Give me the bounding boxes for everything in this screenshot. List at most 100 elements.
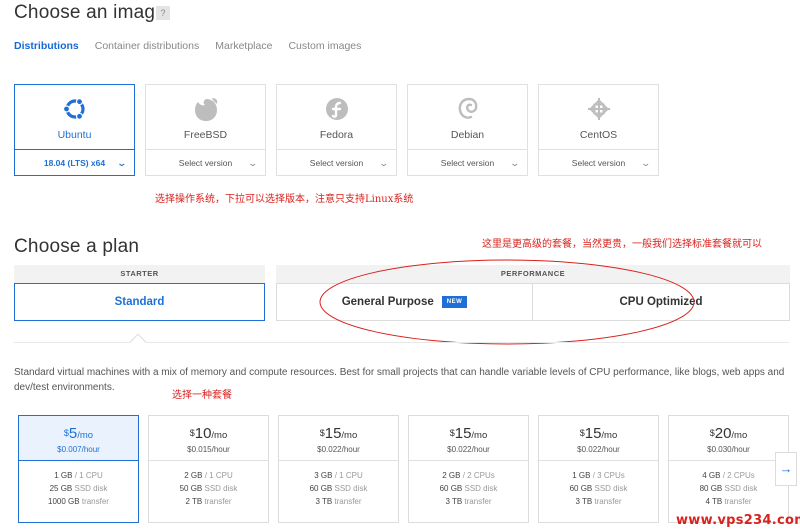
tab-marketplace[interactable]: Marketplace [215,40,272,52]
spec-transfer: 1000 GB [48,497,80,506]
spec-transfer-row: 3 TB transfer [279,495,398,508]
distro-name: Debian [450,129,485,141]
version-label: Select version [178,158,233,168]
monthly-price: $15/mo [409,426,528,443]
hourly-price: $0.015/hour [187,445,230,454]
version-select-ubuntu[interactable]: 18.04 (LTS) x64 ⌄ [15,149,134,176]
version-label: Select version [440,158,495,168]
spec-disk-unit: SSD disk [74,484,108,493]
spec-disk-unit: SSD disk [204,484,238,493]
spec-disk-row: 50 GB SSD disk [149,482,268,495]
version-select-freebsd[interactable]: Select version ⌄ [146,149,265,176]
plan-annotation: 这里是更高级的套餐，当然更贵，一般我们选择标准套餐就可以 [482,239,762,250]
version-label: Select version [571,158,626,168]
spec-memory: 1 GB [572,471,591,480]
image-section-title: Choose an image [14,2,166,23]
spec-disk: 60 GB [439,484,463,493]
spec-transfer-row: 4 TB transfer [669,495,788,508]
price-card[interactable]: $15/mo $0.022/hour 1 GB / 3 CPUs 60 GB SSD … [538,415,659,523]
chevron-down-icon: ⌄ [247,158,259,168]
price-header: $15/mo $0.022/hour [279,416,398,460]
plan-section-title: Choose a plan [14,236,140,257]
monthly-price: $20/mo [669,426,788,443]
tab-custom-images[interactable]: Custom images [288,40,361,52]
spec-transfer-unit: transfer [724,497,752,506]
distro-card-ubuntu[interactable]: Ubuntu 18.04 (LTS) x64 ⌄ [14,84,135,176]
watermark: www.vps234.com [676,513,800,528]
spec-disk-unit: SSD disk [334,484,368,493]
spec-disk-row: 60 GB SSD disk [539,482,658,495]
chevron-down-icon: ⌄ [640,158,652,168]
price-card[interactable]: $20/mo $0.030/hour 4 GB / 2 CPUs 80 GB SSD … [668,415,789,523]
spec-transfer: 3 TB [315,497,333,506]
tab-container-distributions[interactable]: Container distributions [95,40,199,52]
distro-card-fedora[interactable]: Fedora Select version ⌄ [276,84,397,176]
spec-memory-cpu: 1 GB / 3 CPUs [539,469,658,482]
spec-memory: 4 GB [702,471,721,480]
hourly-price: $0.022/hour [447,445,490,454]
spec-cpu: / 2 CPUs [722,471,755,480]
spec-disk: 25 GB [49,484,73,493]
version-select-fedora[interactable]: Select version ⌄ [277,149,396,176]
price-period: /mo [211,430,228,441]
spec-memory: 2 GB [442,471,461,480]
price-period: /mo [731,430,748,441]
price-period: /mo [601,430,618,441]
ubuntu-icon [15,95,134,123]
price-card[interactable]: $5/mo $0.007/hour 1 GB / 1 CPU 25 GB SSD di… [18,415,139,523]
hourly-price: $0.022/hour [317,445,360,454]
price-card[interactable]: $10/mo $0.015/hour 2 GB / 1 CPU 50 GB SSD d… [148,415,269,523]
freebsd-icon [146,95,265,123]
hourly-price: $0.030/hour [707,445,750,454]
spec-transfer: 2 TB [185,497,203,506]
spec-disk: 50 GB [179,484,203,493]
pick-plan-annotation: 选择一种套餐 [172,390,232,401]
distro-name: FreeBSD [183,129,228,141]
price-amount: 15 [324,425,342,442]
plan-description: Standard virtual machines with a mix of … [14,367,785,393]
annotation-ellipse [319,259,695,345]
spec-transfer: 3 TB [575,497,593,506]
distro-card-centos[interactable]: CentOS Select version ⌄ [538,84,659,176]
spec-cpu: / 1 CPU [334,471,363,480]
spec-cpu: / 1 CPU [74,471,103,480]
price-amount: 10 [194,425,212,442]
price-period: /mo [471,430,488,441]
spec-memory: 2 GB [184,471,203,480]
distro-card-debian[interactable]: Debian Select version ⌄ [407,84,528,176]
spec-transfer-row: 1000 GB transfer [19,495,138,508]
price-card[interactable]: $15/mo $0.022/hour 3 GB / 1 CPU 60 GB SSD d… [278,415,399,523]
spec-disk: 60 GB [309,484,333,493]
price-header: $15/mo $0.022/hour [409,416,528,460]
image-annotation: 选择操作系统，下拉可以选择版本，注意只支持Linux系统 [155,194,414,205]
chevron-down-icon: ⌄ [116,158,128,168]
price-amount: 5 [68,425,78,442]
spec-disk-row: 80 GB SSD disk [669,482,788,495]
distro-name: Fedora [319,129,354,141]
spec-cpu: / 3 CPUs [592,471,625,480]
spec-disk-row: 25 GB SSD disk [19,482,138,495]
spec-cpu: / 1 CPU [204,471,233,480]
tab-distributions[interactable]: Distributions [14,40,79,52]
monthly-price: $15/mo [279,426,398,443]
plan-standard[interactable]: Standard [14,283,265,321]
fedora-icon [277,95,396,123]
help-icon[interactable]: ? [156,6,170,20]
spec-disk-row: 60 GB SSD disk [279,482,398,495]
version-select-debian[interactable]: Select version ⌄ [408,149,527,176]
price-amount: 20 [714,425,732,442]
next-arrow-button[interactable]: → [775,452,797,486]
monthly-price: $15/mo [539,426,658,443]
price-header: $5/mo $0.007/hour [19,416,138,460]
price-card[interactable]: $15/mo $0.022/hour 2 GB / 2 CPUs 60 GB SSD … [408,415,529,523]
spec-cpu: / 2 CPUs [462,471,495,480]
hourly-price: $0.022/hour [577,445,620,454]
spec-disk: 80 GB [699,484,723,493]
centos-icon [539,95,658,123]
price-amount: 15 [584,425,602,442]
distro-card-freebsd[interactable]: FreeBSD Select version ⌄ [145,84,266,176]
spec-transfer-unit: transfer [204,497,232,506]
version-select-centos[interactable]: Select version ⌄ [539,149,658,176]
price-specs: 2 GB / 1 CPU 50 GB SSD disk 2 TB transfer [149,460,268,508]
price-specs: 2 GB / 2 CPUs 60 GB SSD disk 3 TB transfer [409,460,528,508]
